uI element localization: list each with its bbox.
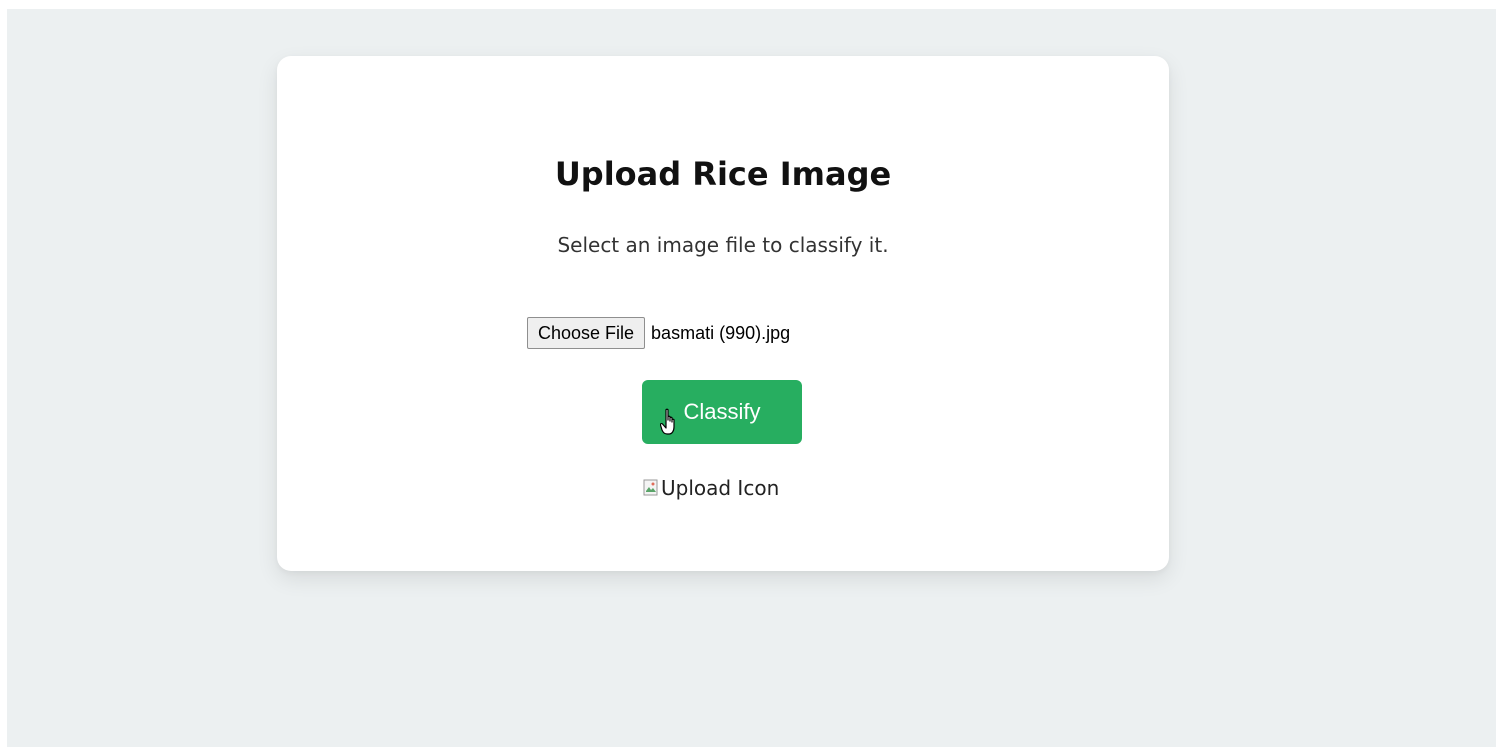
classify-button[interactable]: Classify — [642, 380, 802, 444]
upload-image: Upload Icon — [643, 476, 779, 500]
classify-button-label: Classify — [683, 399, 761, 424]
broken-image-icon — [643, 479, 658, 496]
page-background: Upload Rice Image Select an image file t… — [7, 9, 1496, 747]
page-title: Upload Rice Image — [554, 155, 892, 193]
upload-image-alt-text: Upload Icon — [661, 476, 780, 500]
page-subtitle: Select an image file to classify it. — [557, 233, 889, 257]
selected-file-name: basmati (990).jpg — [651, 322, 791, 343]
file-input[interactable]: Choose File basmati (990).jpg — [527, 316, 790, 350]
hand-pointer-icon — [660, 408, 675, 435]
upload-card: Upload Rice Image Select an image file t… — [277, 56, 1169, 571]
choose-file-button[interactable]: Choose File — [527, 317, 646, 349]
